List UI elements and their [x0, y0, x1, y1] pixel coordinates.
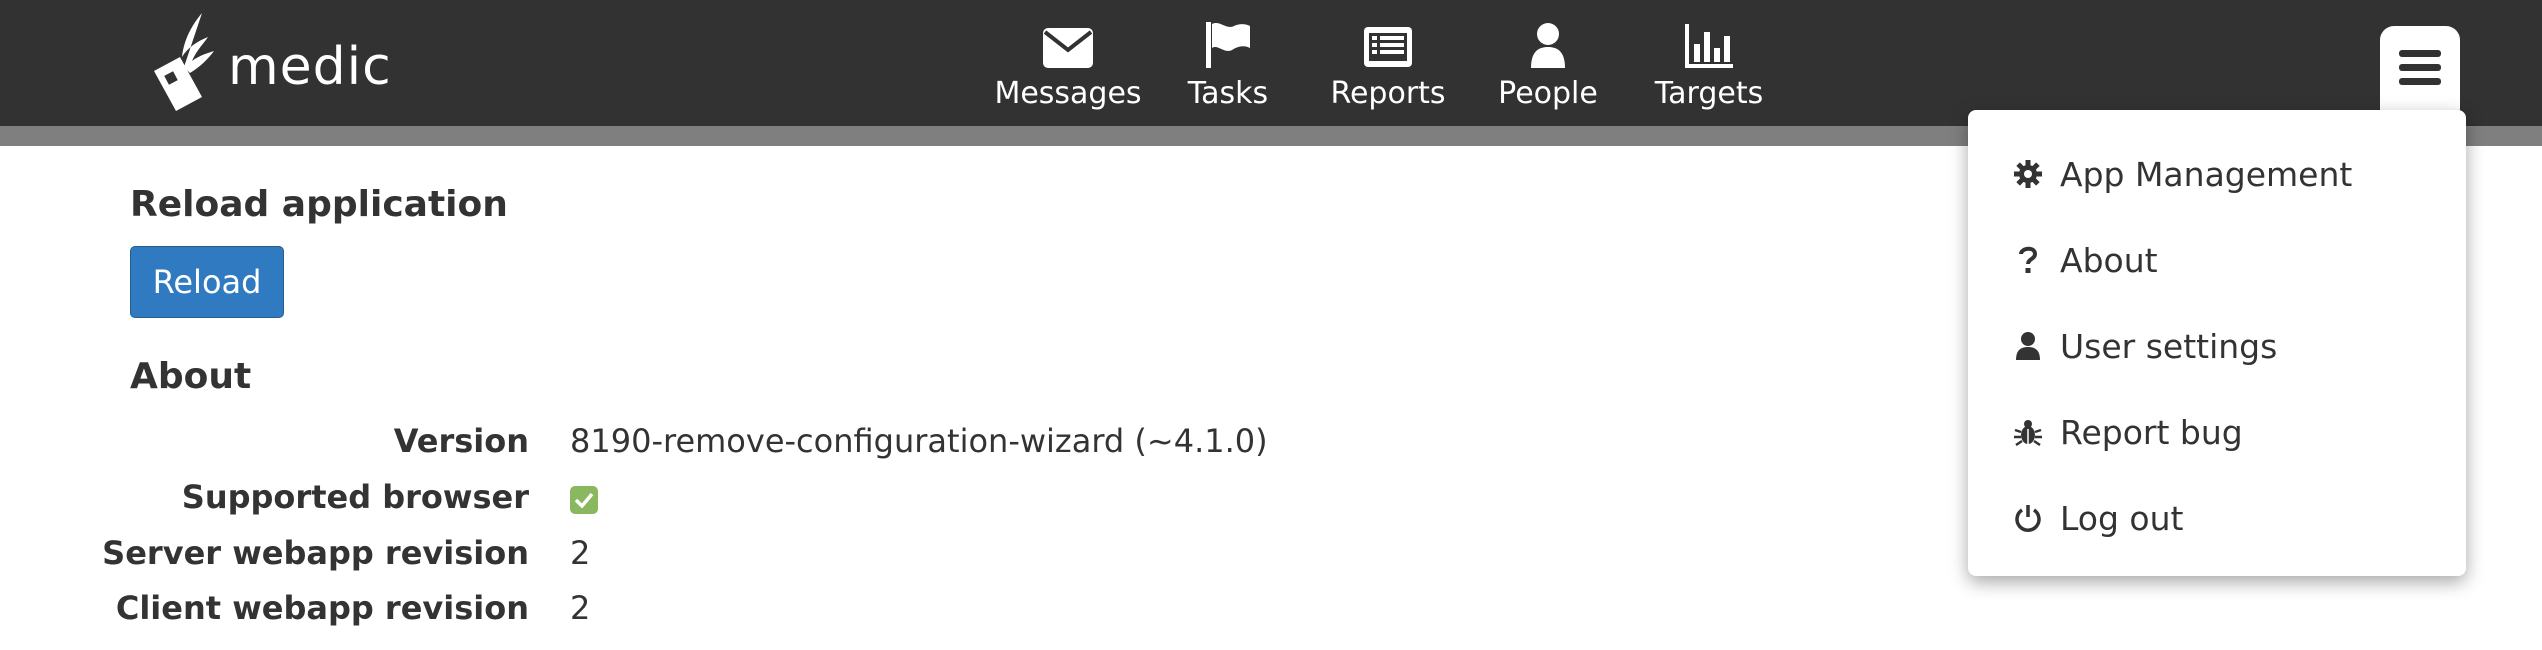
app-header: medic Messages Tasks Reports People Targ… — [0, 0, 2542, 126]
user-icon — [1531, 23, 1565, 68]
server-webapp-revision-label: Server webapp revision — [102, 534, 529, 572]
supported-browser-label: Supported browser — [181, 478, 529, 516]
about-section-title: About — [130, 356, 252, 397]
flag-icon — [1206, 22, 1250, 68]
user-icon — [2016, 332, 2040, 360]
brand-name: medic — [228, 37, 392, 97]
version-value: 8190-remove-configuration-wizard (~4.1.0… — [570, 422, 1268, 460]
menu-item-label: Report bug — [2060, 412, 2243, 452]
user-menu-dropdown: App Management About User settings Repor… — [1968, 110, 2466, 576]
bug-icon — [2014, 420, 2042, 446]
medic-logo[interactable]: medic — [144, 8, 392, 118]
version-label: Version — [393, 422, 529, 460]
tab-messages[interactable]: Messages — [994, 18, 1142, 118]
check-square-icon — [570, 486, 598, 514]
bird-logo-icon — [154, 13, 214, 111]
hamburger-menu-button[interactable] — [2380, 26, 2460, 110]
client-webapp-revision-label: Client webapp revision — [115, 589, 529, 627]
tab-tasks[interactable]: Tasks — [1186, 18, 1270, 118]
menu-item-app-management[interactable]: App Management — [2014, 144, 2352, 204]
envelope-icon — [1043, 28, 1093, 68]
tab-people[interactable]: People — [1498, 18, 1598, 118]
menu-item-label: User settings — [2060, 326, 2278, 366]
reload-section-title: Reload application — [130, 184, 508, 225]
reload-button[interactable]: Reload — [130, 246, 284, 318]
menu-item-log-out[interactable]: Log out — [2014, 488, 2183, 548]
question-icon — [2019, 246, 2037, 273]
power-icon — [2015, 505, 2041, 532]
server-webapp-revision-value: 2 — [570, 534, 591, 572]
list-alt-icon — [1364, 27, 1412, 67]
tab-tasks-label: Tasks — [1187, 76, 1269, 111]
tab-reports[interactable]: Reports — [1330, 18, 1446, 118]
gear-icon — [2014, 160, 2042, 188]
tab-messages-label: Messages — [994, 76, 1142, 111]
tab-targets-label: Targets — [1654, 76, 1764, 111]
tab-targets[interactable]: Targets — [1654, 18, 1764, 118]
menu-item-label: App Management — [2060, 154, 2353, 194]
menu-item-label: Log out — [2060, 498, 2184, 538]
tab-reports-label: Reports — [1330, 76, 1446, 111]
menu-item-user-settings[interactable]: User settings — [2014, 316, 2277, 376]
tab-people-label: People — [1498, 76, 1598, 111]
menu-item-about[interactable]: About — [2014, 230, 2158, 290]
client-webapp-revision-value: 2 — [570, 589, 591, 627]
menu-item-label: About — [2060, 240, 2158, 280]
hamburger-icon — [2399, 50, 2441, 85]
bar-chart-icon — [1685, 24, 1733, 68]
menu-item-report-bug[interactable]: Report bug — [2014, 402, 2243, 462]
